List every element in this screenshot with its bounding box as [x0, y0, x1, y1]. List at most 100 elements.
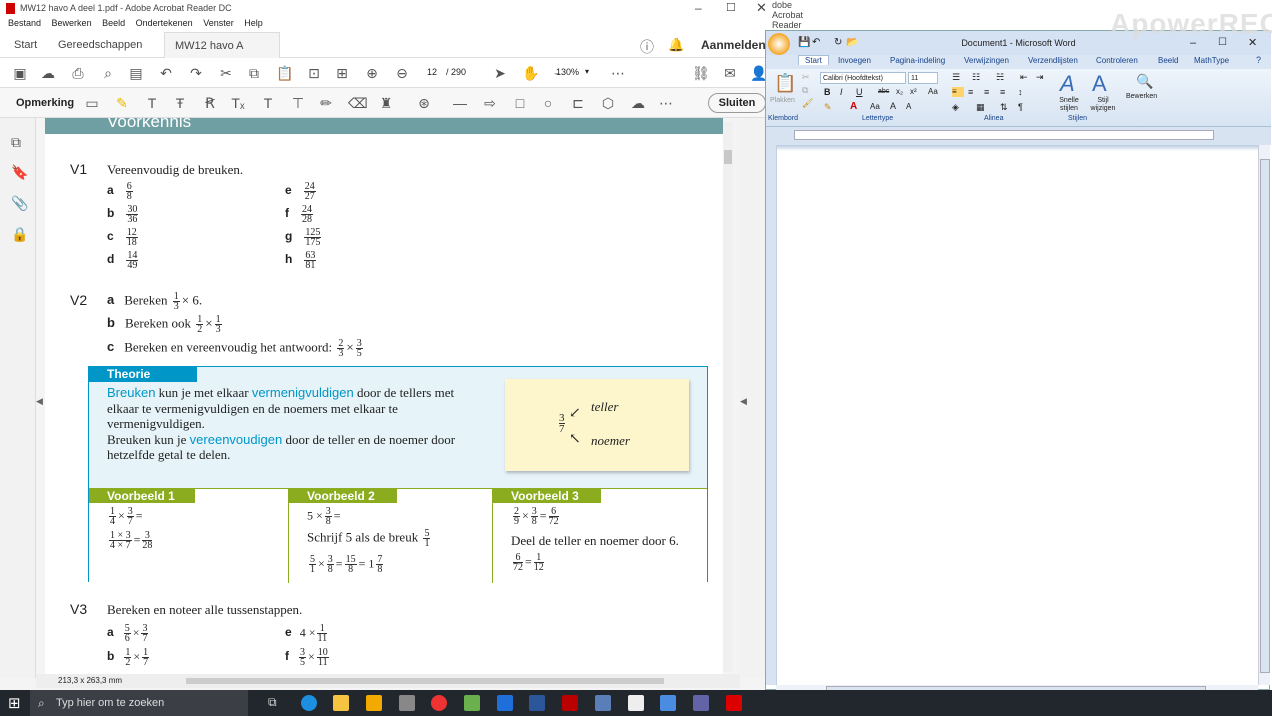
- insert-text-icon[interactable]: Tₓ: [230, 95, 246, 111]
- mail-icon[interactable]: ✉: [722, 65, 738, 81]
- undo-icon[interactable]: ↶: [158, 65, 174, 81]
- save-icon[interactable]: ▣: [12, 65, 28, 81]
- quick-styles-button[interactable]: Snelle stijlen: [1052, 97, 1086, 113]
- collapse-right-icon[interactable]: ◀: [740, 396, 747, 407]
- callout-icon[interactable]: ⊏: [570, 95, 586, 111]
- align-center-icon[interactable]: ≡: [968, 87, 973, 97]
- windows-start-icon[interactable]: ⊞: [8, 694, 21, 712]
- recorder-icon[interactable]: [562, 695, 578, 711]
- arrow-icon[interactable]: ⇨: [482, 95, 498, 111]
- paste-button[interactable]: Plakken: [770, 97, 795, 104]
- close-comment-button[interactable]: Sluiten: [708, 93, 766, 113]
- ribbon-tab-pagina-indeling[interactable]: Pagina-indeling: [890, 56, 945, 65]
- page-number-input[interactable]: 12: [422, 67, 442, 77]
- select-cursor-icon[interactable]: ➤: [492, 65, 508, 81]
- decrease-indent-icon[interactable]: ⇤: [1020, 72, 1028, 83]
- grow-font-icon[interactable]: A: [890, 101, 896, 111]
- save-icon[interactable]: 💾: [798, 31, 810, 55]
- stamp-icon[interactable]: ♜: [378, 95, 394, 111]
- polygon-icon[interactable]: ⬡: [600, 95, 616, 111]
- cut-icon[interactable]: ✂: [218, 65, 234, 81]
- numbered-list-icon[interactable]: ☷: [972, 72, 980, 83]
- font-size-select[interactable]: 11: [908, 72, 938, 84]
- text-box-icon[interactable]: ⊤: [290, 95, 306, 111]
- word-document-area[interactable]: [776, 145, 1262, 685]
- find-replace-icon[interactable]: 🔍: [1136, 73, 1153, 90]
- tab-document[interactable]: MW12 havo A deel... ✕: [164, 32, 280, 78]
- more-comment-icon[interactable]: ⋯: [658, 95, 674, 111]
- quick-styles-icon[interactable]: A: [1060, 71, 1075, 97]
- italic-icon[interactable]: I: [840, 87, 843, 97]
- store-icon[interactable]: [366, 695, 382, 711]
- add-text-icon[interactable]: T: [260, 95, 276, 111]
- highlighter-icon[interactable]: ✎: [114, 95, 130, 111]
- eraser-icon[interactable]: ⌫: [348, 95, 368, 111]
- pilcrow-icon[interactable]: ¶: [1018, 102, 1023, 112]
- next-page-icon[interactable]: ⊖: [394, 65, 410, 81]
- bold-icon[interactable]: B: [824, 87, 831, 97]
- superscript-icon[interactable]: x²: [910, 87, 917, 96]
- edge-icon[interactable]: [301, 695, 317, 711]
- strikethrough-icon[interactable]: Ŧ: [172, 95, 188, 111]
- text-underline-icon[interactable]: T: [144, 95, 160, 111]
- redo-icon[interactable]: ↻: [834, 31, 842, 55]
- change-case-icon[interactable]: Aa: [870, 102, 880, 111]
- hand-tool-icon[interactable]: ✋: [522, 65, 539, 81]
- increase-indent-icon[interactable]: ⇥: [1036, 72, 1044, 83]
- paperclip-icon[interactable]: 📎: [11, 195, 28, 212]
- app-icon-3[interactable]: [595, 695, 611, 711]
- font-name-select[interactable]: Calibri (Hoofdtekst): [820, 72, 906, 84]
- collapse-left-icon[interactable]: ◀: [36, 396, 43, 407]
- help-icon[interactable]: ⓘ: [640, 37, 654, 57]
- bell-icon[interactable]: 🔔: [668, 37, 684, 53]
- font-color-icon[interactable]: A: [850, 101, 857, 112]
- print-icon[interactable]: ⎙: [70, 65, 86, 81]
- page-search-icon[interactable]: ▤: [128, 65, 144, 81]
- maximize-icon[interactable]: ☐: [726, 1, 736, 14]
- share-icon[interactable]: 👤: [750, 65, 767, 81]
- change-styles-icon[interactable]: A: [1092, 71, 1107, 97]
- align-left-icon[interactable]: ≡: [952, 87, 964, 97]
- pages-icon[interactable]: ⧉: [11, 134, 21, 151]
- chrome-icon[interactable]: [431, 695, 447, 711]
- vertical-ruler[interactable]: [766, 145, 776, 685]
- ribbon-tab-verwijzingen[interactable]: Verwijzingen: [964, 56, 1009, 65]
- ribbon-tab-mathtype[interactable]: MathType: [1194, 56, 1229, 65]
- shrink-font-icon[interactable]: A: [906, 102, 911, 111]
- minimize-icon[interactable]: –: [695, 1, 702, 15]
- paste-icon[interactable]: 📋: [276, 65, 293, 81]
- teams-icon[interactable]: [693, 695, 709, 711]
- zoom-dropdown-icon[interactable]: ▾: [585, 67, 589, 76]
- menu-venster[interactable]: Venster: [203, 18, 234, 28]
- ribbon-tab-invoegen[interactable]: Invoegen: [838, 56, 871, 65]
- app-icon-1[interactable]: [399, 695, 415, 711]
- ribbon-tab-beeld[interactable]: Beeld: [1158, 56, 1178, 65]
- help-icon[interactable]: ?: [1256, 55, 1261, 65]
- ribbon-tab-verzendlijsten[interactable]: Verzendlijsten: [1028, 56, 1078, 65]
- bookmark-icon[interactable]: 🔖: [11, 164, 28, 181]
- office-button-icon[interactable]: [768, 33, 790, 55]
- scroll-thumb[interactable]: [724, 150, 732, 164]
- acrobat-taskbar-icon[interactable]: [726, 695, 742, 711]
- app-icon-5[interactable]: [660, 695, 676, 711]
- pencil-icon[interactable]: ✏: [318, 95, 334, 111]
- cloud-upload-icon[interactable]: ☁: [40, 65, 56, 81]
- compare-icon[interactable]: ⊞: [334, 65, 350, 81]
- zoom-value[interactable]: 130%: [556, 67, 579, 77]
- copy-icon[interactable]: ⧉: [246, 65, 262, 81]
- tab-tools[interactable]: Gereedschappen: [48, 32, 152, 58]
- justify-icon[interactable]: ≡: [1000, 87, 1005, 97]
- strikethrough-icon[interactable]: abc: [878, 88, 889, 95]
- menu-bestand[interactable]: Bestand: [8, 18, 41, 28]
- sort-icon[interactable]: ⇅: [1000, 102, 1008, 113]
- word-scroll-thumb[interactable]: [1260, 159, 1270, 673]
- undo-icon[interactable]: ↶: [812, 31, 820, 55]
- attach-icon[interactable]: ⊛: [416, 95, 432, 111]
- more-tools-icon[interactable]: ⋯: [610, 65, 626, 81]
- vertical-scrollbar[interactable]: [723, 122, 733, 672]
- borders-icon[interactable]: ▦: [976, 102, 985, 113]
- ribbon-tab-controleren[interactable]: Controleren: [1096, 56, 1138, 65]
- line-spacing-icon[interactable]: ↕: [1018, 87, 1023, 97]
- multilevel-list-icon[interactable]: ☵: [996, 72, 1004, 83]
- app-icon-2[interactable]: [464, 695, 480, 711]
